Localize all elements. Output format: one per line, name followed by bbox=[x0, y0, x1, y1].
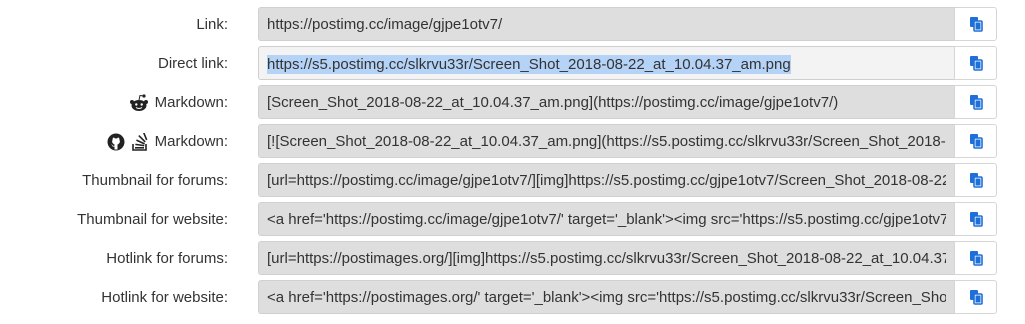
direct-link-label-text: Direct link: bbox=[157, 55, 228, 72]
copy-icon bbox=[969, 134, 983, 149]
hotlink-website-input[interactable] bbox=[259, 281, 954, 313]
reddit-markdown-label-text: Markdown: bbox=[154, 94, 228, 111]
thumbnail-website-field-wrapper bbox=[258, 202, 954, 236]
thumbnail-forums-input[interactable] bbox=[259, 164, 954, 196]
copy-icon bbox=[969, 56, 983, 71]
copy-github-markdown-button[interactable] bbox=[954, 124, 997, 158]
hotlink-forums-input[interactable] bbox=[259, 242, 954, 274]
thumbnail-forums-field-wrapper bbox=[258, 163, 954, 197]
link-label: Link: bbox=[196, 7, 228, 43]
copy-hotlink-website-button[interactable] bbox=[954, 280, 997, 314]
hotlink-website-field-wrapper bbox=[258, 280, 954, 314]
thumbnail-website-row: Thumbnail for website: bbox=[0, 202, 1025, 241]
link-input[interactable] bbox=[259, 8, 954, 40]
github-markdown-label: Markdown: bbox=[107, 124, 228, 160]
share-links-panel: Link: Direct link: https://s5.postimg.cc… bbox=[0, 7, 1025, 319]
github-markdown-label-text: Markdown: bbox=[154, 133, 228, 150]
link-field-wrapper bbox=[258, 7, 954, 41]
thumbnail-forums-row: Thumbnail for forums: bbox=[0, 163, 1025, 202]
reddit-markdown-row: Markdown: bbox=[0, 85, 1025, 124]
hotlink-website-label: Hotlink for website: bbox=[101, 280, 228, 316]
hotlink-forums-field-wrapper bbox=[258, 241, 954, 275]
link-label-text: Link: bbox=[196, 16, 228, 33]
github-markdown-field-wrapper bbox=[258, 124, 954, 158]
hotlink-forums-label-text: Hotlink for forums: bbox=[106, 250, 228, 267]
thumbnail-website-label: Thumbnail for website: bbox=[77, 202, 228, 238]
github-icon bbox=[107, 133, 125, 151]
copy-direct-link-button[interactable] bbox=[954, 46, 997, 80]
reddit-markdown-field-wrapper bbox=[258, 85, 954, 119]
direct-link-label: Direct link: bbox=[158, 46, 228, 82]
copy-icon bbox=[969, 212, 983, 227]
copy-icon bbox=[969, 251, 983, 266]
thumbnail-website-input[interactable] bbox=[259, 203, 954, 235]
github-markdown-input[interactable] bbox=[259, 125, 954, 157]
copy-icon bbox=[969, 173, 983, 188]
direct-link-field-wrapper: https://s5.postimg.cc/slkrvu33r/Screen_S… bbox=[258, 46, 954, 80]
thumbnail-forums-label-text: Thumbnail for forums: bbox=[82, 172, 228, 189]
copy-icon bbox=[969, 290, 983, 305]
reddit-icon bbox=[129, 94, 149, 112]
hotlink-website-row: Hotlink for website: bbox=[0, 280, 1025, 319]
thumbnail-website-label-text: Thumbnail for website: bbox=[77, 211, 228, 228]
copy-hotlink-forums-button[interactable] bbox=[954, 241, 997, 275]
hotlink-forums-row: Hotlink for forums: bbox=[0, 241, 1025, 280]
stackoverflow-icon bbox=[131, 133, 149, 151]
copy-link-button[interactable] bbox=[954, 7, 997, 41]
copy-icon bbox=[969, 95, 983, 110]
thumbnail-forums-label: Thumbnail for forums: bbox=[82, 163, 228, 199]
copy-reddit-markdown-button[interactable] bbox=[954, 85, 997, 119]
reddit-markdown-input[interactable] bbox=[259, 86, 954, 118]
link-row: Link: bbox=[0, 7, 1025, 46]
github-markdown-row: Markdown: bbox=[0, 124, 1025, 163]
hotlink-website-label-text: Hotlink for website: bbox=[101, 289, 228, 306]
reddit-markdown-label: Markdown: bbox=[129, 85, 228, 121]
hotlink-forums-label: Hotlink for forums: bbox=[106, 241, 228, 277]
copy-thumbnail-website-button[interactable] bbox=[954, 202, 997, 236]
direct-link-row: Direct link: https://s5.postimg.cc/slkrv… bbox=[0, 46, 1025, 85]
copy-icon bbox=[969, 17, 983, 32]
copy-thumbnail-forums-button[interactable] bbox=[954, 163, 997, 197]
direct-link-input[interactable]: https://s5.postimg.cc/slkrvu33r/Screen_S… bbox=[267, 55, 791, 74]
